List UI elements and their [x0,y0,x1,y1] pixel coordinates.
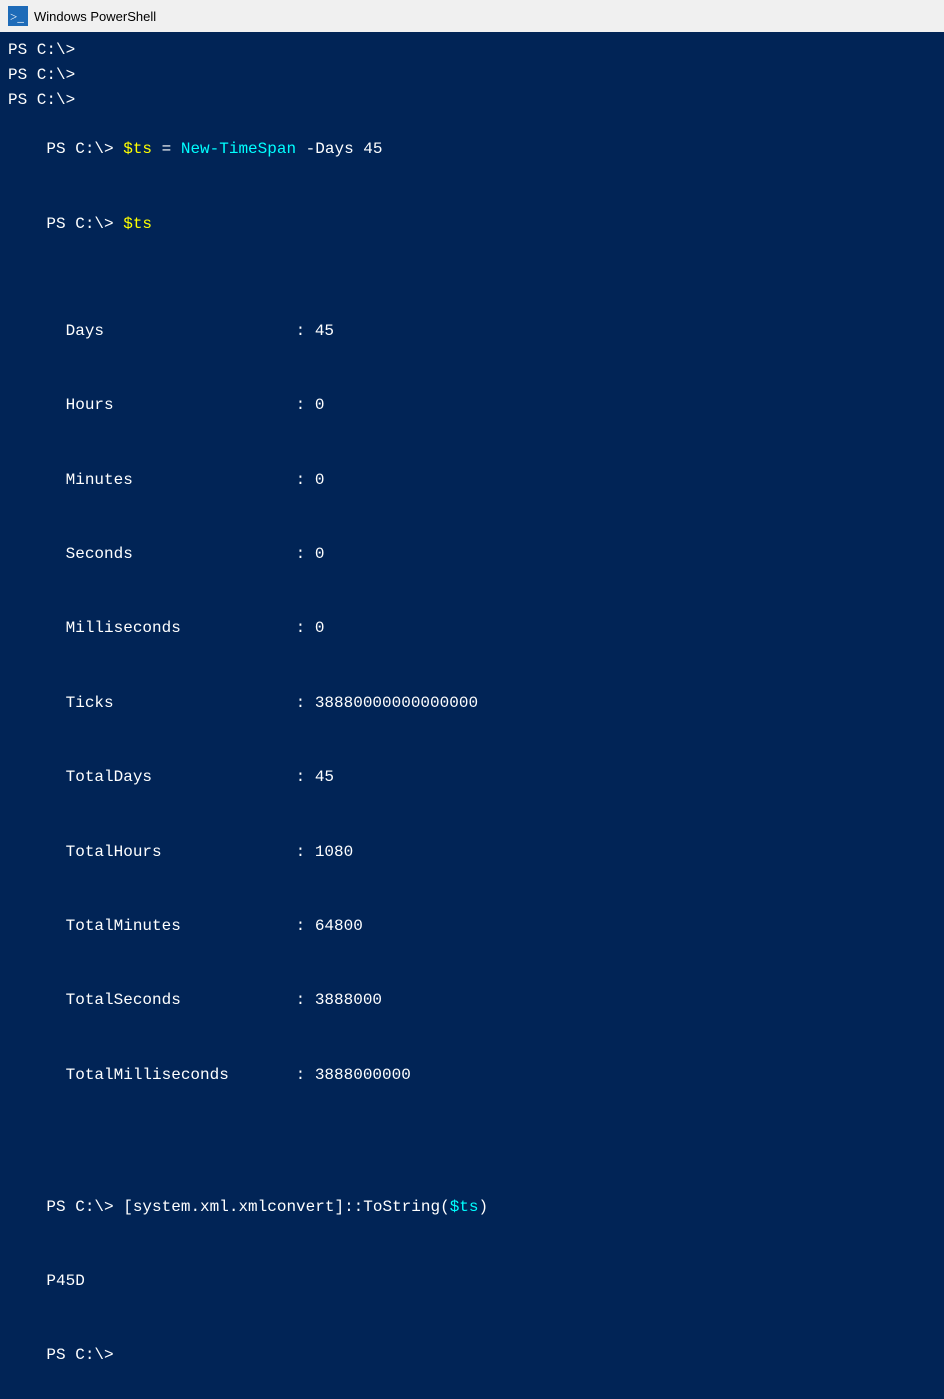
output-totaldays: TotalDays : 45 [8,740,936,814]
title-bar-label: Windows PowerShell [34,9,156,24]
empty-prompt-3: PS C:\> [8,88,936,113]
svg-text:>_: >_ [10,9,24,24]
output-totalseconds: TotalSeconds : 3888000 [8,963,936,1037]
output-seconds: Seconds : 0 [8,517,936,591]
output-totalminutes: TotalMinutes : 64800 [8,889,936,963]
output-ticks: Ticks : 38880000000000000 [8,666,936,740]
output-hours: Hours : 0 [8,368,936,442]
output-milliseconds: Milliseconds : 0 [8,592,936,666]
output-totalmilliseconds: TotalMilliseconds : 3888000000 [8,1038,936,1112]
command-line-3: PS C:\> [system.xml.xmlconvert]::ToStrin… [8,1170,936,1244]
title-bar: >_ Windows PowerShell [0,0,944,32]
empty-prompt-2: PS C:\> [8,63,936,88]
final-prompt[interactable]: PS C:\> [8,1319,936,1393]
result-line-3: P45D [8,1244,936,1318]
command-line-1: PS C:\> $ts = New-TimeSpan -Days 45 [8,112,936,186]
powershell-icon: >_ [8,6,28,26]
command-line-2: PS C:\> $ts [8,187,936,261]
empty-prompt-1: PS C:\> [8,38,936,63]
output-totalhours: TotalHours : 1080 [8,815,936,889]
output-block: Days : 45 Hours : 0 Minutes : 0 Seconds … [8,294,936,1112]
console-area[interactable]: PS C:\> PS C:\> PS C:\> PS C:\> $ts = Ne… [0,32,944,1399]
output-minutes: Minutes : 0 [8,443,936,517]
output-days: Days : 45 [8,294,936,368]
